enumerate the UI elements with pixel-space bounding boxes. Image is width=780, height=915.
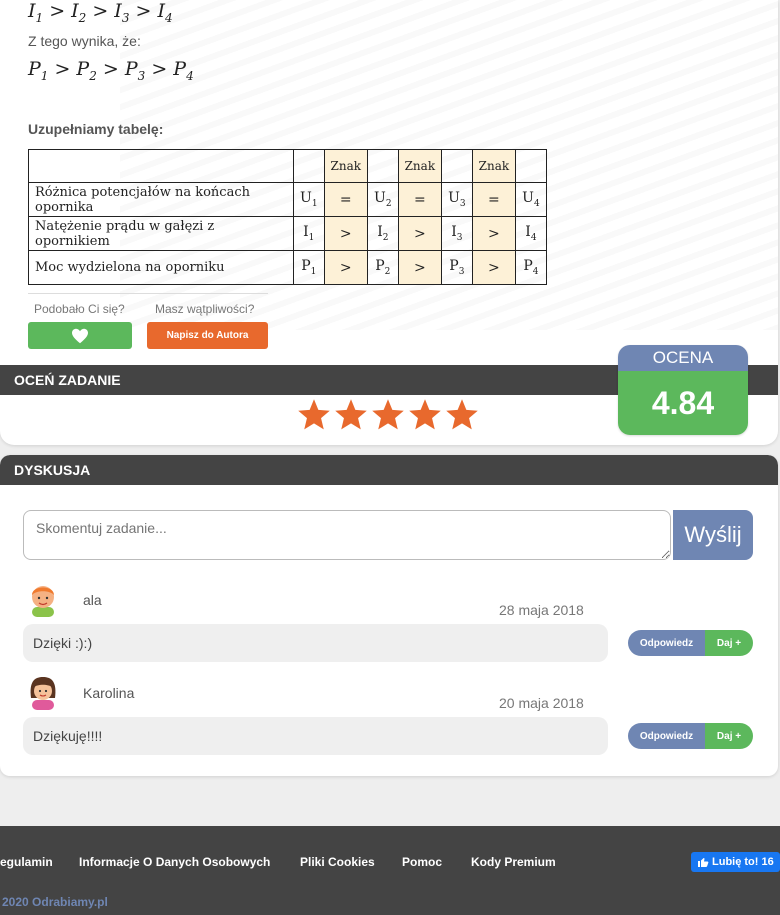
sign-cell: = [323,182,369,217]
sign-cell: > [397,216,443,251]
sign-cell: = [471,182,517,217]
write-to-author-button[interactable]: Napisz do Autora [147,322,268,349]
star-icon[interactable] [370,397,406,433]
avatar [30,677,56,710]
symbol-cell: U4 [515,182,547,217]
footer: egulamin Informacje O Danych Osobowych P… [0,826,780,915]
symbol-cell: I4 [515,216,547,251]
star-icon[interactable] [444,397,480,433]
fill-table-heading: Uzupełniamy tabelę: [28,121,164,137]
star-icon[interactable] [333,397,369,433]
symbol-cell: P1 [293,250,325,285]
reply-button[interactable]: Odpowiedz [628,630,705,656]
star-icon[interactable] [296,397,332,433]
doubts-label: Masz wątpliwości? [155,302,255,316]
comment-input[interactable] [23,510,671,560]
sign-cell: = [397,182,443,217]
symbol-cell: U1 [293,182,325,217]
liked-label: Podobało Ci się? [34,302,125,316]
row-label: Różnica potencjałów na końcach opornika [28,182,294,217]
reply-button[interactable]: Odpowiedz [628,723,705,749]
symbol-cell: U2 [367,182,399,217]
star-icon[interactable] [407,397,443,433]
facebook-like-button[interactable]: Lubię to! 16 [691,852,780,872]
comment-username: Karolina [83,685,135,701]
give-plus-button[interactable]: Daj + [705,723,753,749]
divider [28,293,268,294]
row-label: Natężenie prądu w gałęzi z opornikiem [28,216,294,251]
footer-link-terms[interactable]: egulamin [0,855,53,869]
sign-cell: > [471,216,517,251]
symbol-cell: I3 [441,216,473,251]
rate-bar-title: OCEŃ ZADANIE [14,372,121,388]
like-button[interactable] [28,322,132,349]
thumbs-up-icon [698,858,709,867]
symbol-cell: I1 [293,216,325,251]
sign-cell: > [397,250,443,285]
table-row: Moc wydzielona na oporniku P1 > P2 > P3 … [28,250,547,285]
star-rating[interactable] [296,397,480,433]
rating-title: OCENA [618,345,748,371]
comment-date: 20 maja 2018 [499,695,584,711]
discussion-card: DYSKUSJA Wyślij ala 28 maja 2018 Dzięki … [0,455,778,776]
current-inequality: I1 > I2 > I3 > I4 [28,0,173,25]
comment-username: ala [83,592,102,608]
sign-header: Znak [397,149,443,183]
symbol-cell: P2 [367,250,399,285]
exercise-card: I1 > I2 > I3 > I4 Z tego wynika, że: P1 … [0,0,778,445]
comparison-table: Znak Znak Znak Różnica potencjałów na ko… [28,149,547,285]
sign-cell: > [471,250,517,285]
comment-text: Dziękuję!!!! [23,717,608,755]
sign-cell: > [323,250,369,285]
header-empty-cell [28,149,294,183]
footer-link-cookies[interactable]: Pliki Cookies [300,855,375,869]
comment-date: 28 maja 2018 [499,602,584,618]
sign-cell: > [323,216,369,251]
sign-header: Znak [471,149,517,183]
comment-actions: Odpowiedz Daj + [628,630,753,656]
footer-link-help[interactable]: Pomoc [402,855,442,869]
footer-link-premium-codes[interactable]: Kody Premium [471,855,556,869]
discussion-bar-title: DYSKUSJA [14,462,91,478]
footer-link-personal-data[interactable]: Informacje O Danych Osobowych [79,855,270,869]
copyright: 2020 Odrabiamy.pl [2,895,108,909]
table-header-row: Znak Znak Znak [28,149,547,183]
sign-header: Znak [323,149,369,183]
heart-icon [72,328,88,343]
table-row: Natężenie prądu w gałęzi z opornikiem I1… [28,216,547,251]
table-row: Różnica potencjałów na końcach opornika … [28,182,547,217]
row-label: Moc wydzielona na oporniku [28,250,294,285]
discussion-bar: DYSKUSJA [0,455,778,485]
comment-text: Dzięki :):) [23,624,608,662]
give-plus-button[interactable]: Daj + [705,630,753,656]
send-button[interactable]: Wyślij [673,510,753,560]
symbol-cell: P4 [515,250,547,285]
page: I1 > I2 > I3 > I4 Z tego wynika, że: P1 … [0,0,780,915]
rating-value: 4.84 [618,371,748,435]
comment-actions: Odpowiedz Daj + [628,723,753,749]
symbol-cell: I2 [367,216,399,251]
symbol-cell: P3 [441,250,473,285]
avatar [32,586,54,617]
power-inequality: P1 > P2 > P3 > P4 [28,58,194,83]
symbol-cell: U3 [441,182,473,217]
conclusion-intro: Z tego wynika, że: [28,33,141,49]
rating-box: OCENA 4.84 [618,345,748,435]
facebook-like-label: Lubię to! 16 [712,856,774,868]
